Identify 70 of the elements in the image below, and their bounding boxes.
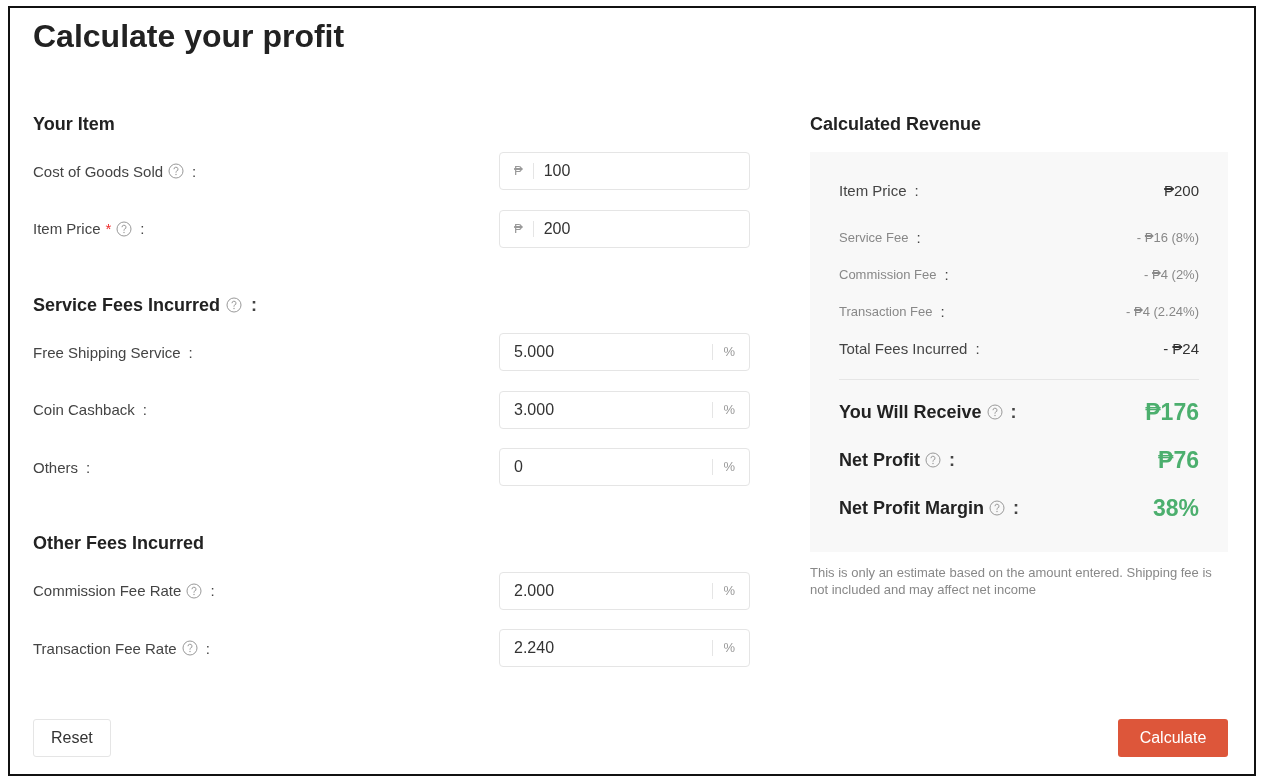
- field-label: Commission Fee Rate: [33, 582, 182, 599]
- input-field[interactable]: 5.000 %: [499, 333, 750, 371]
- required-mark: *: [105, 220, 112, 237]
- revenue-label: Total Fees Incurred: [839, 340, 968, 357]
- calculate-button[interactable]: Calculate: [1118, 719, 1228, 757]
- percent-suffix: %: [712, 582, 735, 599]
- revenue-label: Transaction Fee: [839, 304, 933, 319]
- revenue-label: Service Fee: [839, 230, 909, 245]
- estimate-note: This is only an estimate based on the amount entered. Shipping fee is not included and may affect net income: [810, 564, 1213, 598]
- help-icon[interactable]: [186, 582, 203, 599]
- revenue-value: - ₱24: [1163, 340, 1199, 357]
- revenue-label: Net Profit Margin: [839, 497, 984, 519]
- help-icon[interactable]: [116, 220, 133, 237]
- percent-suffix: %: [712, 640, 735, 656]
- currency-prefix: ₱: [514, 220, 534, 237]
- revenue-value: ₱76: [1158, 446, 1199, 474]
- field-label: Free Shipping Service: [33, 343, 181, 361]
- colon: :: [1013, 497, 1019, 519]
- section-title: Service Fees Incurred: [33, 294, 221, 316]
- percent-suffix: %: [712, 344, 735, 360]
- section-title: Other Fees Incurred: [33, 533, 205, 554]
- colon: :: [86, 458, 91, 476]
- colon: :: [140, 220, 145, 237]
- input-field[interactable]: 0 %: [499, 448, 750, 486]
- colon: :: [949, 449, 955, 471]
- field-label: Coin Cashback: [33, 401, 135, 418]
- colon: :: [188, 343, 193, 361]
- revenue-label: You Will Receive: [839, 401, 982, 423]
- field-label: Transaction Fee Rate: [33, 639, 177, 657]
- colon: :: [914, 181, 919, 199]
- section-title: Calculated Revenue: [810, 113, 982, 135]
- revenue-value: - ₱16 (8%): [1136, 230, 1199, 245]
- revenue-label: Item Price: [839, 181, 907, 199]
- input-field[interactable]: ₱ 100: [499, 152, 750, 190]
- input-field[interactable]: 2.000 %: [499, 571, 750, 610]
- revenue-label: Net Profit: [839, 449, 920, 471]
- colon: :: [192, 162, 197, 180]
- help-icon[interactable]: [989, 500, 1005, 516]
- field-label: Item Price: [33, 220, 101, 237]
- colon: :: [944, 266, 949, 283]
- colon: :: [210, 582, 215, 599]
- help-icon[interactable]: [226, 297, 243, 313]
- revenue-value: 38%: [1152, 494, 1199, 522]
- field-label: Cost of Goods Sold: [33, 162, 164, 180]
- colon: :: [251, 294, 258, 316]
- reset-button[interactable]: Reset: [33, 719, 111, 757]
- colon: :: [205, 639, 210, 657]
- colon: :: [916, 229, 921, 246]
- colon: :: [1010, 401, 1017, 423]
- help-icon[interactable]: [986, 404, 1003, 420]
- revenue-value: - ₱4 (2.24%): [1126, 304, 1199, 319]
- help-icon[interactable]: [181, 640, 198, 656]
- currency-prefix: ₱: [514, 163, 534, 179]
- percent-suffix: %: [712, 459, 735, 475]
- input-field[interactable]: 3.000 %: [499, 390, 750, 429]
- colon: :: [142, 401, 147, 418]
- colon: :: [975, 340, 980, 357]
- colon: :: [940, 303, 945, 320]
- input-field[interactable]: 2.240 %: [499, 629, 750, 667]
- revenue-value: ₱200: [1163, 181, 1199, 199]
- section-title: Your Item: [33, 113, 115, 135]
- field-label: Others: [33, 458, 78, 476]
- revenue-label: Commission Fee: [839, 267, 937, 282]
- input-field[interactable]: ₱ 200: [499, 209, 750, 248]
- page-title: Calculate your profit: [33, 17, 346, 56]
- help-icon[interactable]: [925, 452, 941, 468]
- help-icon[interactable]: [168, 163, 185, 179]
- percent-suffix: %: [712, 401, 735, 418]
- revenue-value: - ₱4 (2%): [1144, 267, 1199, 282]
- revenue-value: ₱176: [1145, 398, 1199, 426]
